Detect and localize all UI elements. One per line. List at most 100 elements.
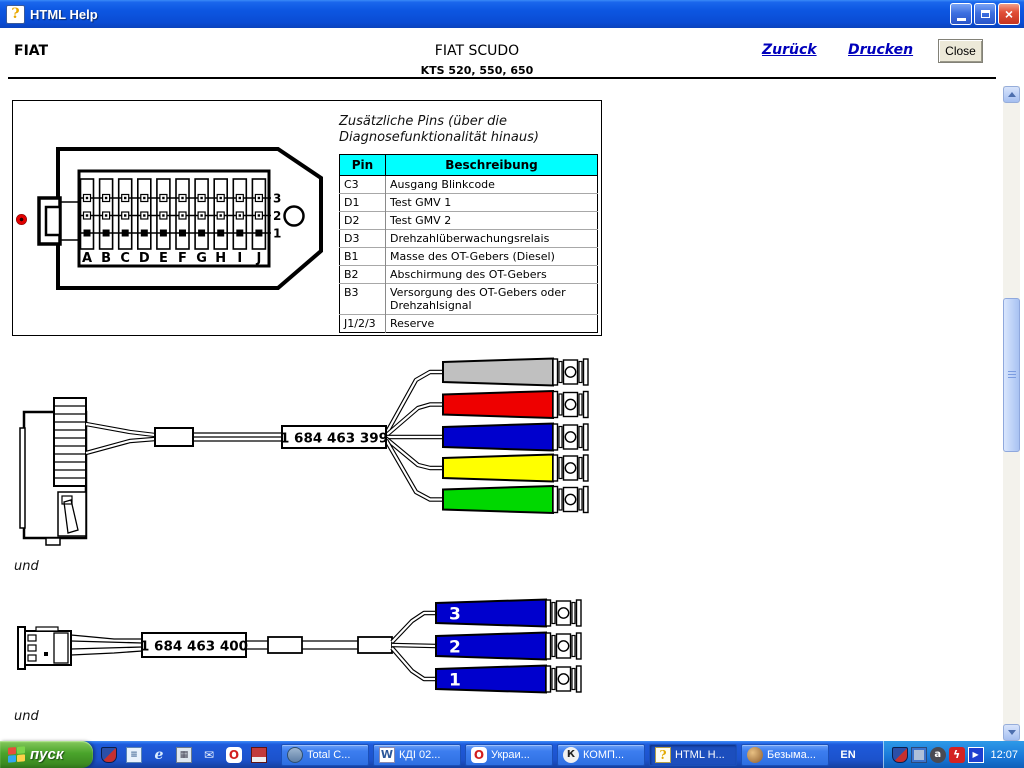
- floppy-save-icon[interactable]: [251, 747, 267, 763]
- pin-column-letter: H: [215, 251, 226, 266]
- banana-plug: [443, 359, 588, 386]
- pin-description-cell: Masse des OT-Gebers (Diesel): [386, 248, 598, 266]
- page-subtitle: KTS 520, 550, 650: [0, 64, 954, 77]
- close-window-button[interactable]: ×: [998, 3, 1020, 25]
- html-help-icon: ?: [6, 5, 25, 24]
- pin-table-row: B3Versorgung des OT-Gebers oder Drehzahl…: [340, 284, 598, 315]
- cable-sleeve: [155, 428, 193, 446]
- globe-a-icon[interactable]: [930, 747, 946, 763]
- pin-row-number: 1: [273, 227, 281, 241]
- pinout-panel: ABCDEFGHIJ321 Zusätzliche Pins (über die…: [12, 100, 602, 336]
- restore-icon: [981, 10, 990, 18]
- notes-document-icon[interactable]: [126, 747, 142, 763]
- pin-column-letter: A: [82, 251, 92, 266]
- windows-logo-icon: [8, 746, 25, 763]
- pin-column-letter: E: [159, 251, 168, 266]
- taskbar-button-label: КДІ 02...: [399, 749, 440, 761]
- k-app-icon: [563, 747, 579, 763]
- pin-column-letter: J: [255, 251, 261, 266]
- taskbar-button[interactable]: Total C...: [281, 744, 369, 766]
- system-tray: 12:07: [883, 741, 1024, 768]
- media-player-icon[interactable]: [968, 747, 984, 763]
- minimize-button[interactable]: [950, 3, 972, 25]
- pin-description-cell: Reserve: [386, 315, 598, 333]
- pin-column-letter: B: [101, 251, 111, 266]
- pin-id-cell: D3: [340, 230, 386, 248]
- pin-description-cell: Test GMV 1: [386, 194, 598, 212]
- print-link[interactable]: Drucken: [848, 42, 913, 58]
- taskbar-button-label: Украи...: [491, 749, 530, 761]
- pin-table-row: B1Masse des OT-Gebers (Diesel): [340, 248, 598, 266]
- wire: [392, 613, 436, 642]
- banana-plug: 1: [436, 666, 581, 693]
- header-divider: [8, 77, 996, 79]
- pin-table-header-row: Pin Beschreibung: [340, 155, 598, 176]
- part-number-400: 1 684 463 400: [140, 639, 248, 655]
- taskbar: пуск Total C... КДІ 02... Украи... КОМП...H…: [0, 741, 1024, 768]
- scroll-down-button[interactable]: [1003, 724, 1020, 741]
- download-lightning-icon[interactable]: [949, 747, 965, 763]
- pin-column-header: Pin: [340, 155, 386, 176]
- banana-plug: 3: [436, 600, 581, 627]
- pin-id-cell: J1/2/3: [340, 315, 386, 333]
- start-label: пуск: [30, 746, 63, 763]
- pin-id-cell: B1: [340, 248, 386, 266]
- pin-description-cell: Abschirmung des OT-Gebers: [386, 266, 598, 284]
- language-indicator[interactable]: EN: [833, 741, 863, 768]
- vertical-scrollbar[interactable]: [1003, 86, 1020, 741]
- opera-icon[interactable]: [226, 747, 242, 763]
- and-label: und: [14, 559, 39, 574]
- banana-plug: 2: [436, 633, 581, 660]
- task-buttons: Total C... КДІ 02... Украи... КОМП...HTML H…: [281, 741, 829, 768]
- quick-launch-bar: [93, 741, 277, 768]
- cable-diagram-399: 1 684 463 399: [18, 350, 590, 555]
- outlook-express-icon[interactable]: [201, 747, 217, 763]
- scrollbar-grip: [1008, 371, 1016, 379]
- scroll-up-button[interactable]: [1003, 86, 1020, 103]
- word-document-icon: [379, 747, 395, 763]
- title-bar: ? HTML Help ×: [0, 0, 1024, 28]
- pin-column-letter: C: [120, 251, 130, 266]
- taskbar-clock: 12:07: [991, 749, 1019, 761]
- internet-explorer-icon[interactable]: [151, 747, 167, 763]
- pin-id-cell: D1: [340, 194, 386, 212]
- antivirus-shield-icon[interactable]: [101, 747, 117, 763]
- pin-column-letter: I: [237, 251, 242, 266]
- taskbar-button[interactable]: Безыма...: [741, 744, 829, 766]
- wire-bundle: [71, 635, 142, 655]
- pin-table-row: C3Ausgang Blinkcode: [340, 176, 598, 194]
- pin-row-number: 3: [273, 192, 281, 206]
- antivirus-shield-icon[interactable]: [892, 747, 908, 763]
- pin-table-row: D2Test GMV 2: [340, 212, 598, 230]
- obd-connector-diagram: ABCDEFGHIJ321: [13, 101, 336, 335]
- scrollbar-thumb[interactable]: [1003, 298, 1020, 452]
- part-number-399: 1 684 463 399: [280, 431, 388, 447]
- cable-connector-400: [18, 627, 71, 669]
- network-monitor-icon[interactable]: [911, 747, 927, 763]
- close-page-button[interactable]: Close: [938, 39, 983, 63]
- minimize-icon: [957, 18, 966, 21]
- taskbar-button[interactable]: HTML H...: [649, 744, 737, 766]
- chevron-up-icon: [1008, 92, 1016, 97]
- back-link[interactable]: Zurück: [762, 42, 817, 58]
- pin-id-cell: D2: [340, 212, 386, 230]
- pin-id-cell: C3: [340, 176, 386, 194]
- start-button[interactable]: пуск: [0, 741, 93, 768]
- calculator-icon[interactable]: [176, 747, 192, 763]
- cable-diagram-400: 1 684 463 400 3 2 1: [14, 595, 592, 700]
- window-title: HTML Help: [30, 7, 948, 22]
- pin-table-body: C3Ausgang BlinkcodeD1Test GMV 1D2Test GM…: [340, 176, 598, 333]
- pin-description-cell: Versorgung des OT-Gebers oder Drehzahlsi…: [386, 284, 598, 315]
- restore-button[interactable]: [974, 3, 996, 25]
- pin-id-cell: B2: [340, 266, 386, 284]
- taskbar-button[interactable]: Украи...: [465, 744, 553, 766]
- chevron-down-icon: [1008, 730, 1016, 735]
- help-content: ABCDEFGHIJ321 Zusätzliche Pins (über die…: [0, 86, 1003, 741]
- taskbar-button[interactable]: КОМП...: [557, 744, 645, 766]
- pin-row-number: 2: [273, 209, 281, 223]
- pin-column-letter: F: [178, 251, 187, 266]
- pin-column-letter: D: [139, 251, 150, 266]
- cable-sleeve: [268, 637, 302, 653]
- pin-table-row: J1/2/3Reserve: [340, 315, 598, 333]
- taskbar-button[interactable]: КДІ 02...: [373, 744, 461, 766]
